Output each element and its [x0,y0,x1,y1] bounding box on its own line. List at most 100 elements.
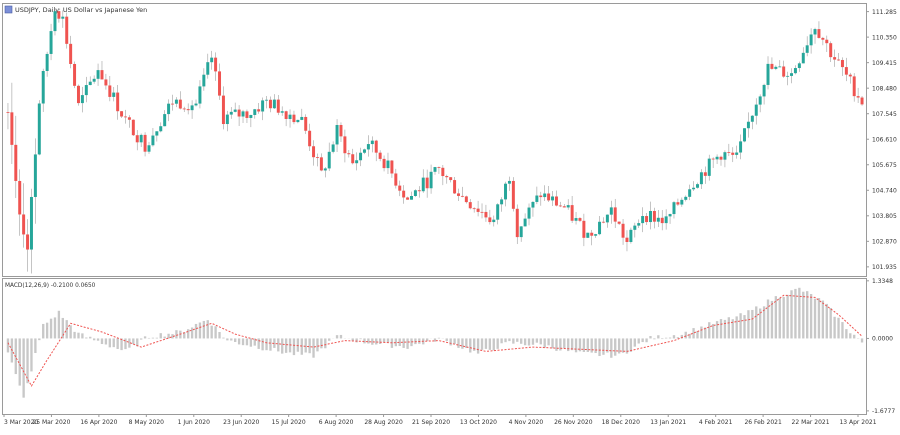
candle-bull [527,207,531,219]
candle-bear [116,92,120,112]
candle-bull [778,66,782,68]
candle-bear [437,167,441,168]
candle-bull [574,218,578,221]
candle-bull [206,62,210,75]
price-tick-label: 102.870 [872,239,897,246]
candle-bear [292,114,296,123]
candle-bear [570,205,574,221]
candle-bull [151,135,155,146]
candle-bear [378,152,382,159]
candle-bull [797,63,801,69]
candle-bull [112,92,116,97]
candle-bull [159,126,163,132]
candle-bull [80,95,84,104]
candle-bull [692,187,696,190]
time-tick-label: 8 May 2020 [129,419,164,426]
time-tick-label: 13 Jan 2021 [650,419,686,426]
candle-bear [143,134,147,152]
candle-bull [598,221,602,235]
candle-bear [515,208,519,238]
candle-bull [672,202,676,215]
candle-bull [147,145,151,152]
candle-bull [139,134,143,143]
candle-bull [355,160,359,164]
candle-bear [276,99,280,113]
candle-bull [433,167,437,172]
candle-bull [241,111,245,117]
candle-bull [335,124,339,145]
time-tick-label: 26 Nov 2020 [554,419,593,426]
candle-bear [511,180,515,209]
candle-bear [621,223,625,238]
candle-bear [22,214,26,235]
candle-bull [790,73,794,76]
candle-bear [218,71,222,96]
candle-bear [539,195,543,198]
time-tick-label: 22 Mar 2021 [792,419,830,426]
candle-bear [343,136,347,154]
candle-bear [578,218,582,221]
candle-bull [715,156,719,160]
candle-bear [441,167,445,177]
candle-bull [155,131,159,136]
candle-bear [770,63,774,69]
candle-bull [233,109,237,112]
candle-bull [633,225,637,230]
macd-tick-label: 0.0000 [872,336,893,343]
candle-bull [609,207,613,215]
candle-bear [315,157,319,159]
candle-bull [92,78,96,82]
candle-bull [758,96,762,105]
macd-panel-frame [2,278,867,415]
macd-tick-label: -1.6777 [872,408,895,415]
candle-bear [245,111,249,118]
candle-bear [100,70,104,80]
candle-bear [351,154,355,164]
candle-bull [648,211,652,223]
candle-bear [406,197,410,200]
candle-bear [445,176,449,178]
candle-bull [500,199,504,205]
chart-title: USDJPY, Daily: US Dollar vs Japanese Yen [15,6,147,14]
time-tick-label: 6 Aug 2020 [319,419,354,426]
candle-bear [547,193,551,201]
candle-bull [743,128,746,142]
candle-bear [65,16,69,44]
price-tick-label: 107.545 [872,111,897,118]
candle-bull [84,85,88,96]
candle-bull [507,180,511,184]
candle-bear [73,63,77,86]
price-tick-label: 104.740 [872,187,897,194]
candle-bull [656,217,660,222]
candle-bull [421,177,425,192]
price-tick-label: 105.675 [872,162,897,169]
candle-bull [696,184,699,188]
candle-bull [280,111,284,113]
candle-bear [844,67,848,75]
candle-bear [308,130,312,147]
time-tick-label: 15 Jul 2020 [272,419,306,426]
candle-bull [272,99,276,109]
candle-bear [339,124,343,137]
candle-bull [49,31,53,54]
candle-bear [829,43,833,58]
candle-bear [472,208,476,210]
price-tick-label: 108.480 [872,85,897,92]
candle-bull [386,160,390,169]
candle-bear [186,109,190,111]
candle-bull [754,104,758,116]
candle-bear [108,85,112,97]
time-tick-label: 16 Apr 2020 [80,419,117,426]
candle-bear [860,97,864,105]
price-tick-label: 109.415 [872,60,897,67]
candle-bull [296,119,300,123]
time-tick-label: 28 Aug 2020 [364,419,403,426]
candle-bear [833,57,837,60]
candle-bull [253,109,257,115]
candle-bull [793,68,797,74]
candle-bull [523,218,527,227]
candle-bear [382,158,386,169]
time-tick-label: 13 Oct 2020 [460,419,497,426]
candle-bull [531,201,535,208]
candle-bull [53,11,57,32]
